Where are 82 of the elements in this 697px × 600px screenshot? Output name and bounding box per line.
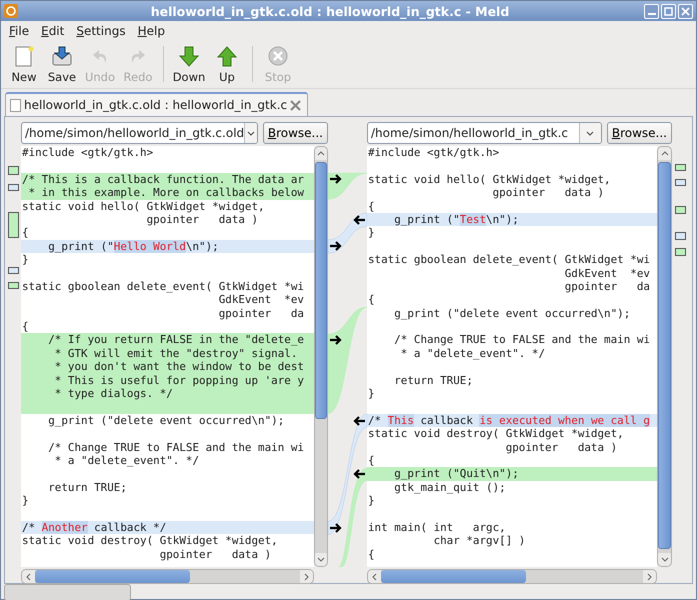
scroll-up-button[interactable]	[658, 147, 671, 160]
tab-label: helloworld_in_gtk.c.old : helloworld_in_gtk.c	[24, 98, 288, 112]
chevron-down-icon	[586, 130, 594, 136]
minimize-button[interactable]	[644, 4, 659, 18]
minimize-icon	[648, 13, 656, 15]
change-marker[interactable]	[675, 179, 686, 186]
merge-left-button[interactable]	[351, 468, 367, 481]
scrollbar-thumb[interactable]	[381, 570, 526, 583]
scroll-left-button[interactable]	[368, 570, 381, 583]
vertical-scrollbar[interactable]	[657, 146, 672, 567]
change-marker[interactable]	[675, 248, 686, 256]
menu-item[interactable]: File	[4, 24, 34, 38]
change-marker[interactable]	[8, 267, 19, 274]
chevron-right-icon	[647, 572, 652, 580]
arrow-up-icon	[216, 44, 238, 66]
close-icon[interactable]	[290, 100, 302, 110]
file-tab[interactable]: helloworld_in_gtk.c.old : helloworld_in_gtk.c	[5, 92, 308, 116]
window-title: helloworld_in_gtk.c.old : helloworld_in_gtk.c - Meld	[150, 4, 510, 18]
arrow-down-icon	[178, 44, 200, 66]
vertical-scrollbar[interactable]	[314, 146, 328, 567]
merge-right-button[interactable]	[328, 172, 344, 186]
change-marker[interactable]	[8, 166, 19, 175]
merge-left-button[interactable]	[351, 414, 367, 427]
diff-connector	[328, 212, 367, 254]
chevron-left-icon	[372, 572, 377, 580]
dropdown-button[interactable]	[244, 123, 257, 143]
chevron-down-icon	[247, 130, 255, 136]
app-logo-icon	[4, 4, 18, 18]
scrollbar-thumb[interactable]	[315, 162, 327, 419]
chevron-left-icon	[26, 572, 31, 580]
change-marker[interactable]	[8, 282, 19, 289]
menu-item[interactable]: Settings	[71, 24, 131, 38]
arrow-left-icon	[352, 214, 366, 224]
change-marker[interactable]	[8, 212, 19, 238]
arrow-left-icon	[352, 469, 366, 480]
arrow-right-icon	[329, 241, 343, 252]
change-marker[interactable]	[675, 164, 686, 171]
arrow-left-icon	[352, 416, 366, 426]
toolbar-button[interactable]: Up	[208, 41, 246, 87]
stop-icon	[267, 44, 289, 66]
scroll-right-button[interactable]	[643, 570, 656, 583]
arrow-right-icon	[329, 174, 343, 184]
close-icon	[681, 6, 690, 16]
scrollbar-thumb[interactable]	[658, 162, 671, 549]
path-combo-box[interactable]: /home/simon/helloworld_in_gtk.c.old	[21, 122, 258, 144]
arrow-right-icon	[329, 522, 343, 533]
merge-right-button[interactable]	[328, 521, 344, 534]
chevron-up-icon	[317, 151, 325, 156]
merge-right-button[interactable]	[328, 240, 344, 253]
document-icon	[10, 98, 21, 112]
diff-connector	[328, 172, 367, 200]
toolbar-button[interactable]: Down	[170, 41, 208, 87]
chevron-down-icon	[660, 557, 668, 562]
scrollbar-thumb[interactable]	[35, 570, 190, 583]
toolbar-button[interactable]: New	[5, 41, 43, 87]
scroll-down-button[interactable]	[315, 553, 327, 566]
save-icon	[51, 44, 73, 66]
merge-right-button[interactable]	[328, 334, 344, 347]
chevron-up-icon	[660, 151, 668, 156]
change-marker[interactable]	[675, 232, 686, 240]
scroll-up-button[interactable]	[315, 147, 327, 160]
chevron-down-icon	[317, 557, 325, 562]
toolbar-button[interactable]: Save	[43, 41, 81, 87]
menu-item[interactable]: Edit	[36, 24, 70, 38]
browse-button[interactable]: Browse...	[606, 122, 672, 144]
new-file-icon	[13, 44, 35, 66]
close-button[interactable]	[678, 4, 693, 18]
change-marker[interactable]	[675, 206, 686, 214]
scroll-left-button[interactable]	[22, 570, 35, 583]
path-combo-box[interactable]: /home/simon/helloworld_in_gtk.c	[367, 122, 602, 144]
maximize-icon	[664, 6, 673, 16]
browse-button[interactable]: Browse...	[262, 122, 328, 144]
scroll-down-button[interactable]	[658, 553, 671, 566]
change-marker[interactable]	[8, 184, 19, 191]
horizontal-scrollbar[interactable]	[21, 569, 314, 584]
horizontal-scrollbar[interactable]	[367, 569, 657, 584]
chevron-right-icon	[304, 572, 309, 580]
maximize-button[interactable]	[661, 4, 676, 18]
arrow-right-icon	[329, 335, 343, 346]
menu-item[interactable]: Help	[132, 24, 170, 38]
scroll-right-button[interactable]	[300, 570, 313, 583]
merge-left-button[interactable]	[351, 213, 367, 226]
